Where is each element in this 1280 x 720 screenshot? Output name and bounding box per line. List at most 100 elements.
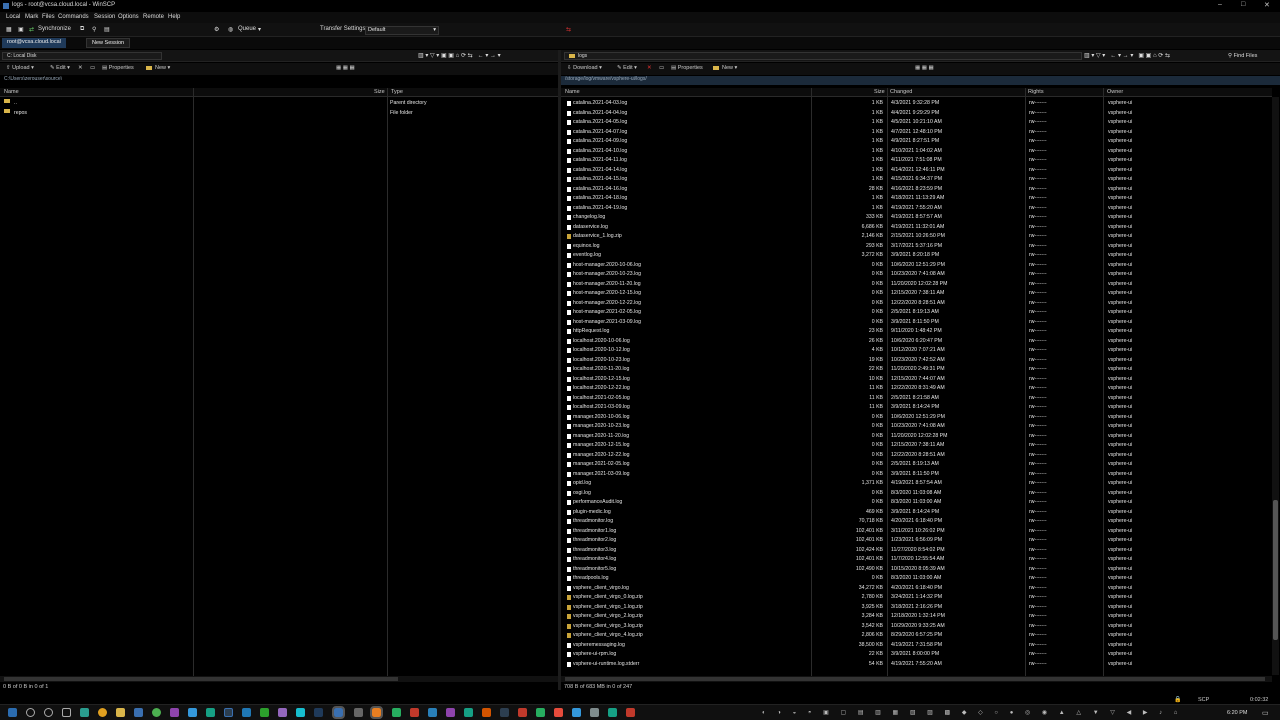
table-row[interactable]: localhost.2021-02-05.log 11 KB 2/5/2021 8:…: [561, 394, 1272, 404]
remote-filter-icon[interactable]: ▦ ▦ ▦: [915, 65, 934, 71]
menu-help[interactable]: Help: [168, 14, 180, 20]
local-col-size[interactable]: Size: [374, 89, 385, 95]
app-icon[interactable]: [626, 708, 635, 717]
table-row[interactable]: host-manager.2021-03-09.log 0 KB 3/9/2021 …: [561, 318, 1272, 328]
find-icon[interactable]: ⚲: [92, 26, 96, 33]
table-row[interactable]: catalina.2021-04-14.log 1 KB 4/14/2021 12:…: [561, 166, 1272, 176]
app-icon[interactable]: [296, 708, 305, 717]
table-row[interactable]: localhost.2020-10-23.log 19 KB 10/23/2020 …: [561, 356, 1272, 366]
table-row[interactable]: host-manager.2020-12-15.log 0 KB 12/15/202…: [561, 289, 1272, 299]
app-icon[interactable]: [278, 708, 287, 717]
menu-options[interactable]: Options: [118, 14, 139, 20]
remote-hscroll-thumb[interactable]: [565, 677, 1265, 681]
table-row[interactable]: localhost.2020-11-20.log 22 KB 11/20/2020 …: [561, 365, 1272, 375]
table-row[interactable]: localhost.2020-10-06.log 26 KB 10/6/2020 6…: [561, 337, 1272, 347]
local-delete-icon[interactable]: ✕: [78, 65, 83, 71]
remote-dir-select[interactable]: logs: [564, 52, 1082, 60]
app-icon[interactable]: [608, 708, 617, 717]
local-properties-button[interactable]: ▤ Properties: [102, 65, 134, 71]
app-icon[interactable]: [536, 708, 545, 717]
app-icon[interactable]: [590, 708, 599, 717]
list-item[interactable]: .. Parent directory: [4, 99, 554, 109]
table-row[interactable]: host-manager.2020-12-22.log 0 KB 12/22/202…: [561, 299, 1272, 309]
table-row[interactable]: catalina.2021-04-19.log 1 KB 4/19/2021 7:5…: [561, 204, 1272, 214]
app-icon[interactable]: [392, 708, 401, 717]
local-scroll-thumb[interactable]: [4, 677, 398, 681]
app-icon[interactable]: [428, 708, 437, 717]
table-row[interactable]: threadmonitor3.log 102,424 KB 11/27/2020 8…: [561, 546, 1272, 556]
winscp-taskbar-icon[interactable]: [332, 706, 345, 719]
table-row[interactable]: vsphere_client_virgo_4.log.zip 2,806 KB 8/…: [561, 631, 1272, 641]
table-row[interactable]: plugin-medic.log 469 KB 3/9/2021 8:14:24 P…: [561, 508, 1272, 518]
table-row[interactable]: host-manager.2020-11-20.log 0 KB 11/20/202…: [561, 280, 1272, 290]
local-rename-icon[interactable]: ▭: [90, 65, 95, 71]
table-row[interactable]: threadmonitor5.log 102,490 KB 10/15/2020 8…: [561, 565, 1272, 575]
app-icon[interactable]: [354, 708, 363, 717]
console-icon[interactable]: ▣: [18, 26, 24, 33]
table-row[interactable]: catalina.2021-04-03.log 1 KB 4/3/2021 9:32…: [561, 99, 1272, 109]
cortana-icon[interactable]: [44, 708, 53, 717]
table-row[interactable]: osgi.log 0 KB 8/3/2020 11:03:08 AM rw------…: [561, 489, 1272, 499]
table-row[interactable]: performanceAudit.log 0 KB 8/3/2020 11:03:0…: [561, 498, 1272, 508]
app-icon[interactable]: [206, 708, 215, 717]
close-icon[interactable]: ✕: [1264, 1, 1270, 9]
app-icon[interactable]: [482, 708, 491, 717]
local-col-type[interactable]: Type: [391, 89, 403, 95]
app-icon[interactable]: [500, 708, 509, 717]
remote-properties-button[interactable]: ▤ Properties: [671, 65, 703, 71]
table-row[interactable]: localhost.2021-03-09.log 11 KB 3/9/2021 8:…: [561, 403, 1272, 413]
list-item[interactable]: repos File folder: [4, 108, 554, 119]
remote-rename-icon[interactable]: ▭: [659, 65, 664, 71]
windows-start-icon[interactable]: [8, 708, 17, 717]
app-icon[interactable]: [518, 708, 527, 717]
minimize-icon[interactable]: –: [1218, 1, 1222, 8]
notification-icon[interactable]: ▭: [1262, 709, 1269, 717]
local-col-name[interactable]: Name: [4, 89, 19, 95]
table-row[interactable]: opid.log 1,371 KB 4/19/2021 8:57:54 AM rw--…: [561, 479, 1272, 489]
app-icon[interactable]: [370, 706, 383, 719]
upload-button[interactable]: ⇧ Upload ▾: [6, 65, 34, 71]
remote-scroll-thumb[interactable]: [1273, 500, 1278, 640]
table-row[interactable]: vsphere-ui-rpm.log 22 KB 3/9/2021 8:00:00 …: [561, 650, 1272, 660]
chrome-icon[interactable]: [98, 708, 107, 717]
remote-nav-icons[interactable]: ▥ ▾ ▽ ▾ ← ▾ → ▾ ▣ ▣ ⌂ ⟳ ⇆: [1084, 52, 1170, 59]
store-icon[interactable]: [134, 708, 143, 717]
table-row[interactable]: localhost.2020-12-15.log 10 KB 12/15/2020 …: [561, 375, 1272, 385]
menu-mark[interactable]: Mark: [25, 14, 38, 20]
remote-horizontal-scrollbar[interactable]: [561, 676, 1272, 682]
local-horizontal-scrollbar[interactable]: [0, 676, 558, 682]
local-drive-select[interactable]: C: Local Disk: [2, 52, 162, 60]
menu-commands[interactable]: Commands: [58, 14, 89, 20]
tab-new-session[interactable]: New Session: [86, 38, 131, 48]
table-row[interactable]: changelog.log 333 KB 4/19/2021 8:57:57 AM r…: [561, 213, 1272, 223]
table-row[interactable]: catalina.2021-04-05.log 1 KB 4/5/2021 10:2…: [561, 118, 1272, 128]
system-tray-icons[interactable]: ◐ ◑ ◒ ◓ ▣ ▢ ▤ ▥ ▦ ▧ ▨ ▩ ◆ ◇ ○ ● ◎ ◉ ▲ △ …: [762, 709, 1182, 716]
gear-icon[interactable]: ⚙: [214, 26, 219, 33]
table-row[interactable]: manager.2021-03-09.log 0 KB 3/9/2021 8:11:…: [561, 470, 1272, 480]
task-view-icon[interactable]: [62, 708, 71, 717]
table-row[interactable]: catalina.2021-04-04.log 1 KB 4/4/2021 9:29…: [561, 109, 1272, 119]
table-row[interactable]: catalina.2021-04-16.log 28 KB 4/16/2021 8:…: [561, 185, 1272, 195]
menu-remote[interactable]: Remote: [143, 14, 164, 20]
table-row[interactable]: catalina.2021-04-18.log 1 KB 4/18/2021 11:…: [561, 194, 1272, 204]
table-row[interactable]: manager.2020-12-15.log 0 KB 12/15/2020 7:3…: [561, 441, 1272, 451]
table-row[interactable]: localhost.2020-10-12.log 4 KB 10/12/2020 7…: [561, 346, 1272, 356]
table-row[interactable]: manager.2021-02-05.log 0 KB 2/5/2021 8:19:…: [561, 460, 1272, 470]
local-new-button[interactable]: New ▾: [146, 65, 170, 71]
remote-edit-button[interactable]: ✎ Edit ▾: [617, 65, 637, 71]
tab-session[interactable]: root@vcsa.cloud.local: [2, 38, 66, 48]
app-icon[interactable]: [464, 708, 473, 717]
local-nav-icons[interactable]: ▥ ▾ ▽ ▾ ▣ ▣ ⌂ ⟳ ⇆ ← ▾ → ▾: [418, 52, 501, 59]
synchronize-button[interactable]: Synchronize: [38, 26, 71, 32]
table-row[interactable]: threadmonitor4.log 102,401 KB 11/7/2020 12…: [561, 555, 1272, 565]
table-row[interactable]: equinox.log 293 KB 3/17/2021 5:37:16 PM rw-…: [561, 242, 1272, 252]
table-row[interactable]: httpRequest.log 23 KB 9/11/2020 1:48:42 PM…: [561, 327, 1272, 337]
app-icon[interactable]: [224, 708, 233, 717]
app-icon[interactable]: [242, 708, 251, 717]
table-row[interactable]: vsphere_client_virgo_0.log.zip 2,780 KB 3/…: [561, 593, 1272, 603]
grid-icon[interactable]: ▦: [6, 26, 12, 33]
app-icon[interactable]: [572, 708, 581, 717]
app-icon[interactable]: [554, 708, 563, 717]
remote-col-size[interactable]: Size: [874, 89, 885, 95]
table-row[interactable]: eventlog.log 3,272 KB 3/9/2021 8:20:18 PM r…: [561, 251, 1272, 261]
